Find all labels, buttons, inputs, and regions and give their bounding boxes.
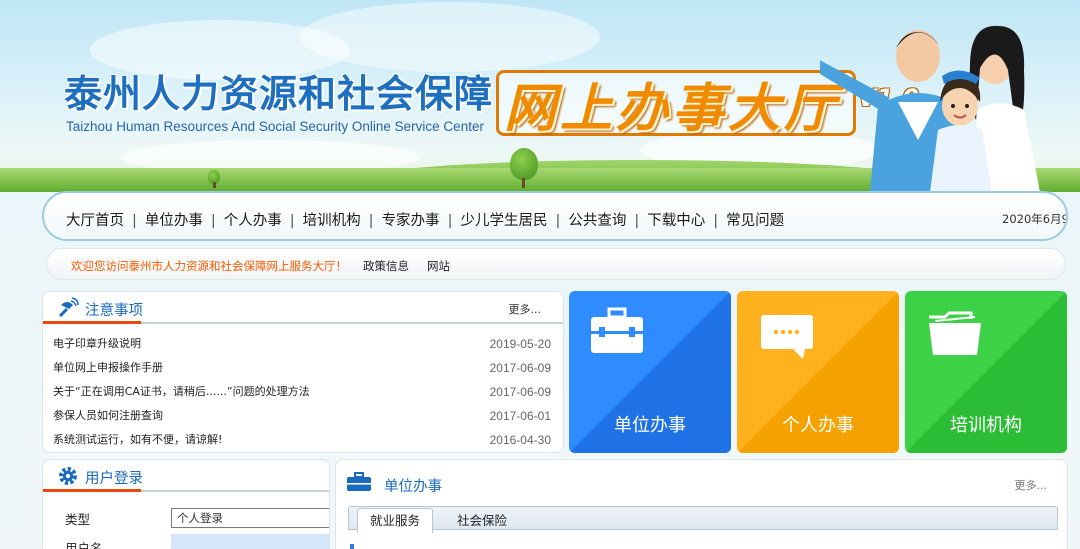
business-more-link[interactable]: 更多... [1015,477,1048,493]
notices-panel: 注意事项 更多... 电子印章升级说明 2019-05-20 单位网上申报操作手册… [42,291,564,453]
site-title: 泰州人力资源和社会保障 [64,72,494,116]
business-title: 单位办事 [384,479,442,495]
link-policy[interactable]: 政策信息 [363,259,409,273]
tile-personal-label: 个人办事 [782,415,854,436]
nav-item-faq[interactable]: 常见问题 [726,209,784,230]
nav-item-children[interactable]: 少儿学生居民 | [460,209,568,230]
list-item[interactable]: 电子印章升级说明 2019-05-20 [53,332,551,356]
gear-icon [59,467,77,485]
nav-item-expert[interactable]: 专家办事 | [382,209,461,230]
tile-training-label: 培训机构 [950,415,1022,436]
login-type-label: 类型 [65,512,91,527]
hall-title: 网上办事大厅 [504,79,841,139]
chat-bubble-icon [761,315,813,359]
section-marker [350,544,354,549]
list-item[interactable]: 系统测试运行，如有不便，请谅解! 2016-04-30 [53,428,551,452]
site-subtitle: Taizhou Human Resources And Social Secur… [66,119,484,134]
list-item[interactable]: 参保人员如何注册查询 2017-06-01 [53,404,551,428]
tile-training[interactable]: 培训机构 [905,291,1067,453]
toolbox-icon [347,472,371,491]
tile-unit-business[interactable]: 单位办事 [569,291,731,453]
scrolling-links: 政策信息 网站 [363,258,513,274]
family-photo-icon [820,25,1040,192]
login-title: 用户登录 [85,471,143,487]
tab-social-insurance[interactable]: 社会保险 [445,510,519,532]
welcome-bar: 欢迎您访问泰州市人力资源和社会保障网上服务大厅！ 政策信息 网站 [46,248,1066,280]
chevron-down-icon [329,513,330,523]
header-banner: 泰州人力资源和社会保障 Taizhou Human Resources And … [0,0,1080,192]
toolbox-icon [591,307,643,353]
link-site[interactable]: 网站 [427,259,450,273]
nav-item-unit[interactable]: 单位办事 | [145,209,224,230]
tile-personal-business[interactable]: 个人办事 [737,291,899,453]
main-nav: 大厅首页 | 单位办事 | 个人办事 | 培训机构 | 专家办事 | 少儿学生居民 | 公共… [42,191,1068,241]
folder-icon [929,311,981,355]
nav-item-personal[interactable]: 个人办事 | [224,209,303,230]
username-label: 用户名 [65,541,103,549]
notices-title: 注意事项 [85,303,143,319]
business-panel: 单位办事 更多... 就业服务 社会保险 [335,459,1068,549]
tab-employment[interactable]: 就业服务 [357,508,434,533]
satellite-icon [58,297,79,318]
welcome-text: 欢迎您访问泰州市人力资源和社会保障网上服务大厅！ [71,259,347,273]
notices-more-link[interactable]: 更多... [509,301,542,317]
username-input[interactable] [171,534,329,549]
nav-item-home[interactable]: 大厅首页 | [66,209,145,230]
nav-item-download[interactable]: 下载中心 | [647,209,726,230]
current-date: 2020年6月9日 星 [1002,212,1066,226]
nav-item-query[interactable]: 公共查询 | [568,209,647,230]
list-item[interactable]: 关于“正在调用CA证书，请稍后......”问题的处理方法 2017-06-09 [53,380,551,404]
business-tabs: 就业服务 社会保险 [348,506,1058,533]
login-panel: 用户登录 类型 个人登录 用户名 [42,459,330,549]
login-type-select[interactable]: 个人登录 [171,508,330,528]
tile-unit-label: 单位办事 [614,415,686,436]
nav-item-training[interactable]: 培训机构 | [303,209,382,230]
notice-list: 电子印章升级说明 2019-05-20 单位网上申报操作手册 2017-06-09 … [53,332,551,452]
list-item[interactable]: 单位网上申报操作手册 2017-06-09 [53,356,551,380]
